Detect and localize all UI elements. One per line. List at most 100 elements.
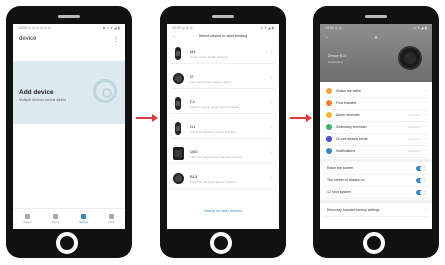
divider [320,200,432,203]
camera-icon [326,88,332,94]
setting-value: Normal ● [407,149,420,153]
device-desc: Smart sports health bracelet [190,55,228,59]
chevron-right-icon: › [424,112,427,117]
screen-device-settings: 10:02 ◎ ◎ ◎ ▾ ◢ ▮ ← ⚙ Device B13 Connect… [320,24,432,229]
watch-image [398,46,422,70]
screen-device: 10:02 ◎ ◎ ◎ ◎ ◎ ◎ ▮ ◎ ▾ ◢ ▮ device ⋮ Add… [13,24,125,229]
raise-screen-toggle[interactable] [416,166,425,171]
divider [320,159,432,162]
setting-row-sedentary[interactable]: Sedentary reminder Normal ● › [324,122,428,134]
add-device-subtitle: Multiple devices can be added [19,98,67,102]
nav-label: Mine [108,220,115,224]
status-icons: ◎ ▾ ◢ ▮ [413,26,427,30]
nav-item-mine[interactable]: Mine [108,214,115,224]
device-row[interactable]: G1 Full color touching screen bracelet › [171,119,275,139]
factory-reset-row[interactable]: Recovery bracelet factory settings › [324,205,428,217]
chevron-right-icon: › [270,75,272,81]
sedentary-icon [326,124,332,130]
status-time: 10:02 ◎ ◎ ◎ [172,26,193,30]
nav-label: Sport [51,220,59,224]
gear-icon[interactable]: ⚙ [320,35,432,40]
page-title: Select device to start binding [198,34,248,38]
device-name: Q50 [190,149,198,154]
nav-item-device[interactable]: Device [79,214,88,224]
factory-reset-label: Recovery bracelet factory settings [327,208,380,212]
setting-label: Find bracelet [336,101,357,105]
round-watch-icon [173,173,184,184]
device-icon [81,214,87,219]
status-icon [24,214,30,219]
chevron-right-icon: › [424,148,427,153]
more-menu-icon[interactable]: ⋮ [113,36,119,43]
band-icon [175,47,181,60]
round-watch-icon [173,73,184,84]
chevron-right-icon: › [424,136,427,141]
setting-row-do-not-disturb[interactable]: Do not disturb mode Closed ● › [324,134,428,146]
phone-frame-3: 10:02 ◎ ◎ ◎ ▾ ◢ ▮ ← ⚙ Device B13 Connect… [313,6,439,258]
device-row[interactable]: B13 1.54 inch full touch phone bracelet … [171,169,275,189]
device-row[interactable]: F4 Fashion simple smart sports bracelet … [171,94,275,114]
speaker [58,15,80,18]
setting-label: Sedentary reminder [336,125,367,129]
page-title: device [19,36,37,42]
toggle-row-raise-screen: Raise the screen [324,163,428,175]
setting-row-alarm[interactable]: Alarm reminder Normal ● › [324,110,428,122]
phone-frame-2: 10:02 ◎ ◎ ◎ ◎ ▾ ◢ ▮ ← Select device to s… [160,6,286,258]
speaker [212,15,234,18]
locate-icon [326,100,332,106]
setting-label: Alarm reminder [336,113,360,117]
device-desc: Full color touching screen bracelet [190,130,236,134]
setting-value: Normal ● [407,125,420,129]
add-device-card[interactable]: Add device Multiple devices can be added [13,61,125,124]
nav-label: Status [23,220,32,224]
setting-value: Closed ● [408,137,420,141]
status-icons: ◎ ▾ ◢ ▮ [260,26,274,30]
home-button[interactable] [56,232,78,254]
arrow-right-icon [136,114,158,122]
device-name: G1 [190,124,196,129]
status-bar: 10:02 ◎ ◎ ◎ ◎ ▾ ◢ ▮ [170,26,276,32]
chevron-right-icon: › [424,207,427,212]
device-name: M4 [190,49,196,54]
toggle-label: Raise the screen [327,166,354,170]
search-other-devices-link[interactable]: Search for other devices [167,209,279,213]
chevron-right-icon: › [270,150,272,156]
square-watch-icon [173,147,184,160]
12-hour-toggle[interactable] [416,190,425,195]
nav-item-status[interactable]: Status [23,214,32,224]
device-name: Device B13 [328,54,346,58]
setting-row-find-bracelet[interactable]: Find bracelet › [324,98,428,110]
person-icon [109,214,115,219]
moon-icon [326,136,332,142]
home-button[interactable] [363,232,385,254]
status-time: 10:02 ◎ ◎ ◎ ◎ ◎ ◎ [18,26,51,30]
bell-icon [326,148,332,154]
nav-label: Device [79,220,89,224]
status-bar: 10:02 ◎ ◎ ◎ ▾ ◢ ▮ [323,26,429,32]
chevron-right-icon: › [424,100,427,105]
speaker [365,15,387,18]
add-device-title: Add device [19,89,54,96]
nav-item-sport[interactable]: Sport [52,214,59,224]
chevron-right-icon: › [424,124,427,129]
arrow-right-icon [290,114,312,122]
home-button[interactable] [210,232,232,254]
setting-row-shake-selfie[interactable]: Shake the selfie › [324,86,428,98]
setting-value: Normal ● [407,113,420,117]
screen-select-device: 10:02 ◎ ◎ ◎ ◎ ▾ ◢ ▮ ← Select device to s… [167,24,279,229]
device-name: B13 [190,174,198,179]
toggle-row-screen-always-on: The screen is always on [324,175,428,187]
setting-label: Do not disturb mode [336,137,368,141]
status-icons: ▮ ◎ ▾ ◢ ▮ [102,26,120,30]
chevron-right-icon: › [424,88,427,93]
toggle-label: The screen is always on [327,178,365,182]
device-desc: Fashion simple smart sports bracelet [190,105,240,109]
toggle-row-12-hour: 12 hour system [324,187,428,199]
device-row[interactable]: Q50 1.54 inch large screen full color sc… [171,144,275,164]
device-row[interactable]: I2 Your best partner wear a watch › [171,69,275,89]
setting-row-notifications[interactable]: Notifications Normal ● › [324,146,428,158]
screen-always-on-toggle[interactable] [416,178,425,183]
device-row[interactable]: M4 Smart sports health bracelet › [171,44,275,64]
device-name: F4 [190,99,195,104]
device-header: 10:02 ◎ ◎ ◎ ▾ ◢ ▮ ← ⚙ Device B13 Connect… [320,24,432,82]
